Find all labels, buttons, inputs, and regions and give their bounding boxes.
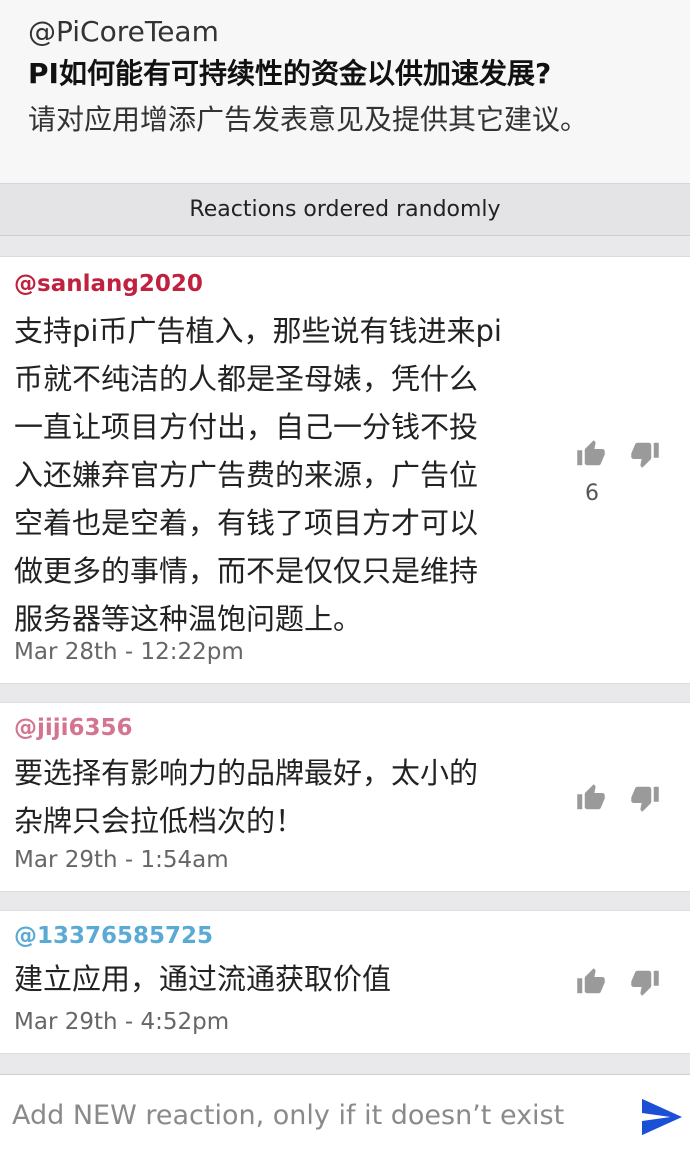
topic-header: @PiCoreTeam PI如何能有可持续性的资金以供加速发展? 请对应用增添广… (0, 0, 690, 184)
reaction-text-line: 服务器等这种温饱问题上。 (14, 602, 363, 636)
reaction-text-line: 空着也是空着，有钱了项目方才可以 (14, 506, 479, 540)
reaction-card: @13376585725 建立应用，通过流通获取价值 Mar 29th - 4:… (0, 910, 690, 1054)
reaction-card: @sanlang2020 支持pi币广告植入，那些说有钱进来pi 币就不纯洁的人… (0, 256, 690, 684)
reaction-text-line: 做更多的事情，而不是仅仅只是维持 (14, 554, 479, 588)
reaction-text-line: 杂牌只会拉低档次的！ (14, 804, 305, 838)
reaction-author[interactable]: @sanlang2020 (14, 271, 203, 297)
upvote-button[interactable] (574, 781, 608, 815)
reaction-timestamp: Mar 29th - 4:52pm (14, 1009, 230, 1035)
topic-title: PI如何能有可持续性的资金以供加速发展? (28, 57, 552, 90)
upvote-button[interactable] (574, 437, 608, 471)
reaction-text-line: 入还嫌弃官方广告费的来源，广告位 (14, 458, 479, 492)
thumbs-up-icon (577, 784, 605, 810)
upvote-button[interactable] (574, 965, 608, 999)
sort-order-label: Reactions ordered randomly (189, 197, 501, 222)
reaction-text: 支持pi币广告植入，那些说有钱进来pi 币就不纯洁的人都是圣母婊，凭什么 一直让… (14, 307, 544, 643)
new-reaction-input[interactable] (12, 1093, 612, 1137)
reaction-text: 要选择有影响力的品牌最好，太小的 杂牌只会拉低档次的！ (14, 749, 544, 845)
thumbs-down-icon (631, 970, 659, 996)
thumbs-up-icon (577, 968, 605, 994)
sort-order-banner: Reactions ordered randomly (0, 184, 690, 236)
thumbs-down-icon (631, 786, 659, 812)
downvote-button[interactable] (628, 965, 662, 999)
upvote-count: 6 (585, 481, 599, 506)
reaction-author[interactable]: @jiji6356 (14, 715, 133, 741)
reaction-text-line: 要选择有影响力的品牌最好，太小的 (14, 756, 479, 790)
reaction-text: 建立应用，通过流通获取价值 (14, 955, 544, 1003)
reaction-text-line: 建立应用，通过流通获取价值 (14, 962, 392, 996)
reaction-card: @jiji6356 要选择有影响力的品牌最好，太小的 杂牌只会拉低档次的！ Ma… (0, 702, 690, 892)
reaction-text-line: 币就不纯洁的人都是圣母婊，凭什么 (14, 362, 479, 396)
reaction-author[interactable]: @13376585725 (14, 923, 213, 949)
reaction-timestamp: Mar 28th - 12:22pm (14, 639, 244, 665)
reaction-composer (0, 1074, 690, 1152)
send-icon (642, 1098, 682, 1136)
send-button[interactable] (640, 1097, 684, 1137)
reaction-text-line: 一直让项目方付出，自己一分钱不投 (14, 410, 479, 444)
reaction-timestamp: Mar 29th - 1:54am (14, 847, 229, 873)
topic-author-handle[interactable]: @PiCoreTeam (28, 14, 690, 50)
topic-subtitle: 请对应用增添广告发表意见及提供其它建议。 (28, 103, 589, 136)
downvote-button[interactable] (628, 781, 662, 815)
thumbs-up-icon (577, 440, 605, 466)
reaction-text-line: 支持pi币广告植入，那些说有钱进来pi (14, 314, 502, 348)
downvote-button[interactable] (628, 437, 662, 471)
thumbs-down-icon (631, 442, 659, 468)
